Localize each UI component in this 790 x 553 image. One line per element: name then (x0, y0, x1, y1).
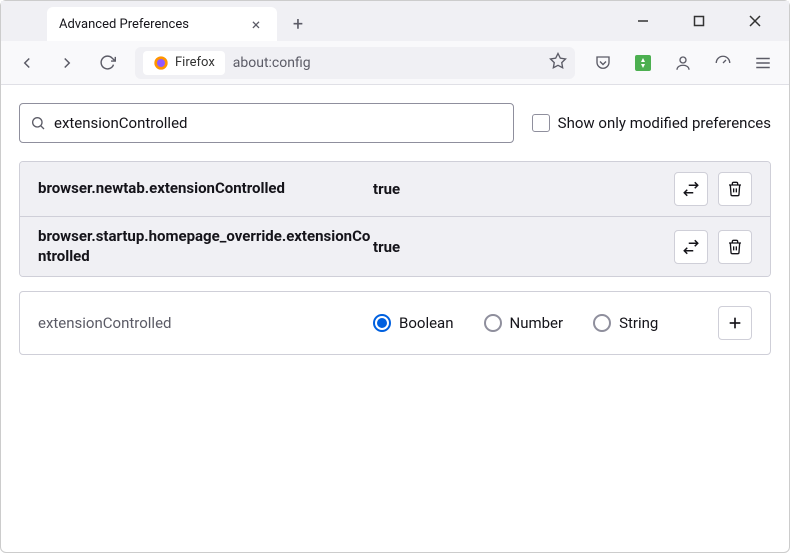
url-bar[interactable]: Firefox about:config (135, 47, 575, 79)
preference-actions (718, 306, 752, 340)
identity-label: Firefox (175, 55, 215, 70)
identity-badge[interactable]: Firefox (143, 51, 225, 75)
new-preference-name: extensionControlled (38, 314, 373, 332)
window-controls (625, 7, 773, 35)
type-string-option[interactable]: String (593, 314, 658, 332)
menu-icon[interactable] (747, 47, 779, 79)
type-number-option[interactable]: Number (484, 314, 564, 332)
show-modified-label: Show only modified preferences (558, 114, 771, 132)
profiler-icon[interactable] (707, 47, 739, 79)
checkbox-icon (532, 114, 550, 132)
preference-name: browser.startup.homepage_override.extens… (38, 227, 373, 266)
search-box[interactable] (19, 103, 514, 143)
extension-icon[interactable] (627, 47, 659, 79)
browser-tab[interactable]: Advanced Preferences × (47, 7, 277, 41)
tab-title: Advanced Preferences (59, 17, 189, 32)
titlebar: Advanced Preferences × + (1, 1, 789, 41)
close-tab-icon[interactable]: × (247, 15, 265, 33)
search-input[interactable] (54, 114, 503, 132)
type-boolean-option[interactable]: Boolean (373, 314, 454, 332)
delete-button[interactable] (718, 172, 752, 206)
preference-value: true (373, 238, 674, 256)
pocket-icon[interactable] (587, 47, 619, 79)
maximize-button[interactable] (681, 7, 717, 35)
delete-button[interactable] (718, 230, 752, 264)
bookmark-star-icon[interactable] (549, 52, 567, 74)
search-row: Show only modified preferences (19, 103, 771, 143)
new-tab-button[interactable]: + (283, 9, 313, 39)
toggle-button[interactable] (674, 172, 708, 206)
search-icon (30, 115, 46, 131)
preference-actions (674, 172, 752, 206)
preference-row: browser.newtab.extensionControlled true (20, 162, 770, 217)
radio-icon (484, 314, 502, 332)
toggle-button[interactable] (674, 230, 708, 264)
reload-button[interactable] (91, 47, 123, 79)
add-button[interactable] (718, 306, 752, 340)
account-icon[interactable] (667, 47, 699, 79)
radio-icon (593, 314, 611, 332)
preference-value: true (373, 180, 674, 198)
url-text: about:config (233, 55, 311, 71)
type-label: Boolean (399, 314, 454, 332)
type-label: Number (510, 314, 564, 332)
show-modified-checkbox[interactable]: Show only modified preferences (532, 114, 771, 132)
minimize-button[interactable] (625, 7, 661, 35)
preference-name: browser.newtab.extensionControlled (38, 179, 373, 199)
type-label: String (619, 314, 658, 332)
radio-icon (373, 314, 391, 332)
preference-row: browser.startup.homepage_override.extens… (20, 217, 770, 276)
preferences-table: browser.newtab.extensionControlled true … (19, 161, 771, 277)
preference-actions (674, 230, 752, 264)
about-config-content: Show only modified preferences browser.n… (1, 85, 789, 373)
back-button[interactable] (11, 47, 43, 79)
close-window-button[interactable] (737, 7, 773, 35)
forward-button[interactable] (51, 47, 83, 79)
toolbar: Firefox about:config (1, 41, 789, 85)
firefox-logo-icon (153, 55, 169, 71)
type-radio-group: Boolean Number String (373, 314, 718, 332)
new-preference-row: extensionControlled Boolean Number Strin… (19, 291, 771, 355)
